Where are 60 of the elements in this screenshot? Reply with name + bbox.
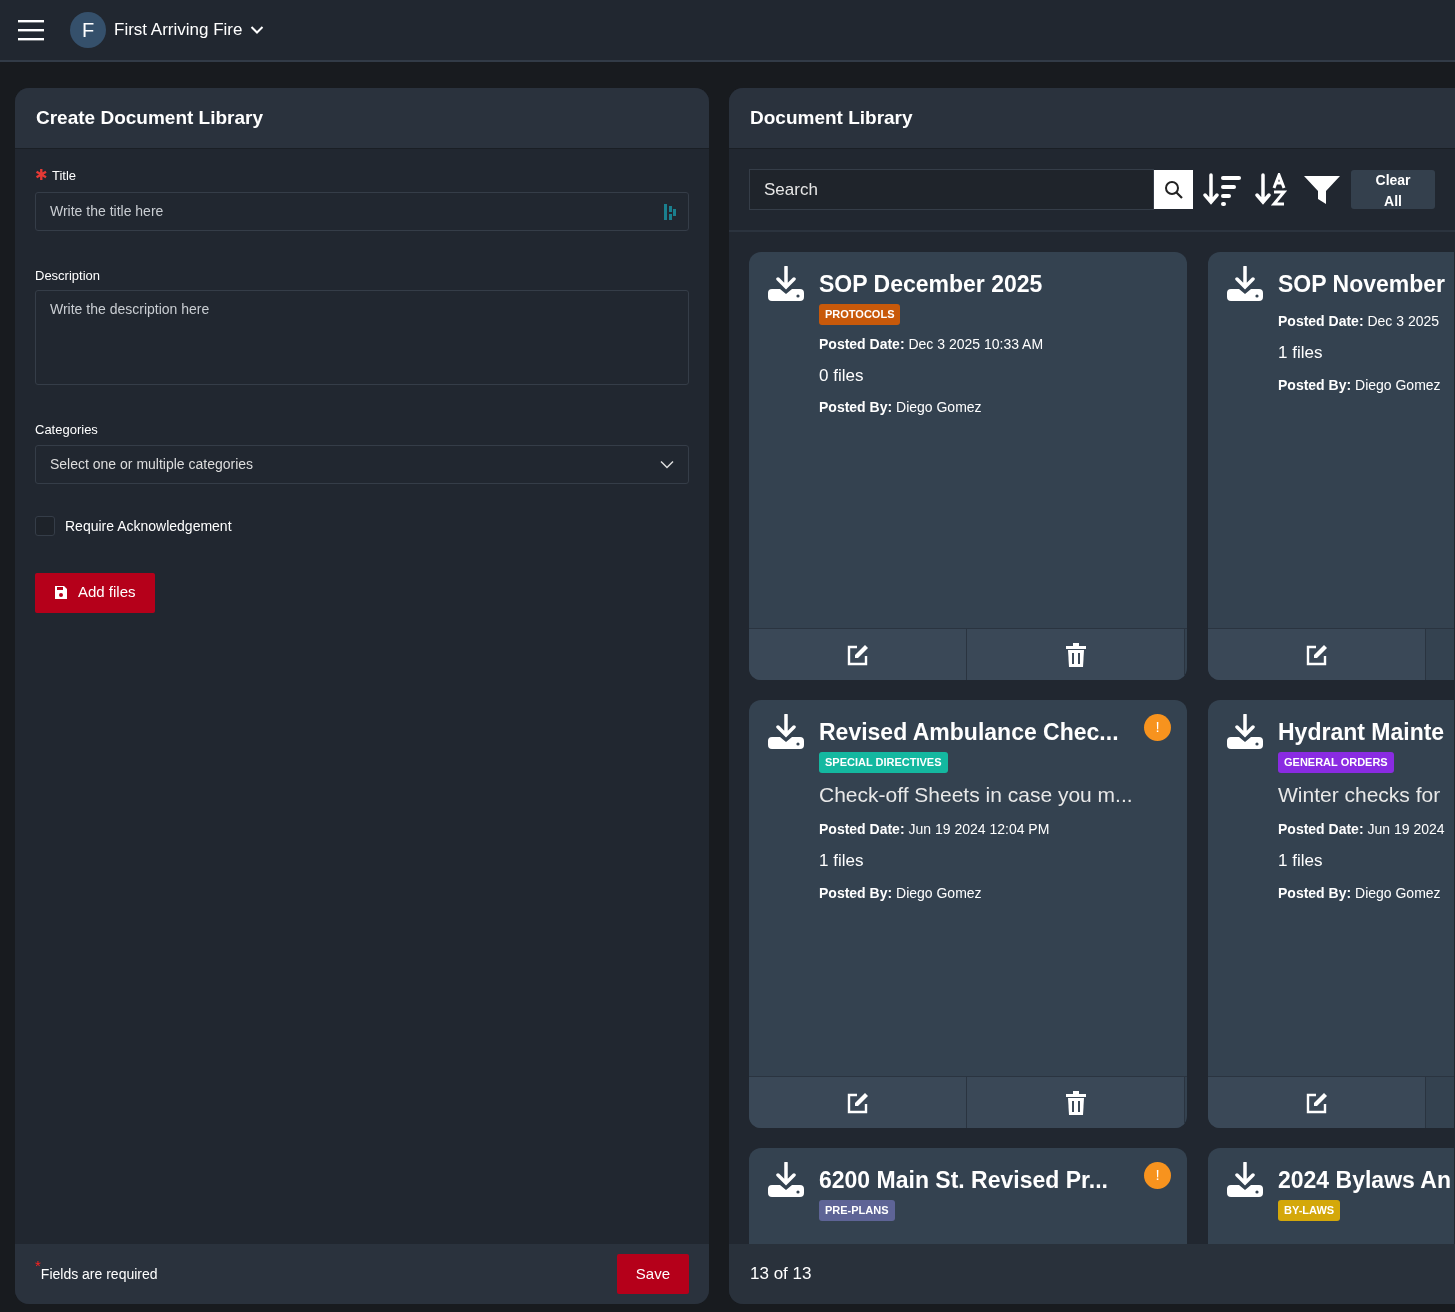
posted-by: Posted By: Diego Gomez [819,398,982,417]
chevron-down-icon [660,459,674,469]
required-mark: ✱ [35,165,48,185]
alert-badge: ! [1144,1162,1171,1189]
category-tag: PRE-PLANS [819,1200,895,1221]
edit-icon [845,1090,870,1115]
edit-icon [1304,642,1329,667]
panel-title: Create Document Library [15,88,709,149]
posted-by: Posted By: Diego Gomez [819,883,982,903]
document-title[interactable]: 2024 Bylaws An [1278,1162,1452,1198]
posted-date: Posted Date: Dec 3 2025 10:33 AM [819,334,1044,354]
document-title[interactable]: SOP December 2025 [819,266,1043,302]
document-description: Check-off Sheets in case you m... [819,781,1133,808]
document-title[interactable]: 6200 Main St. Revised Pr... [819,1162,1108,1198]
add-files-button[interactable]: Add files [35,572,155,613]
category-tag: GENERAL ORDERS [1278,752,1394,773]
field-label: Description [35,266,101,285]
posted-by: Posted By: Diego Gomez [1278,883,1441,903]
menu-icon[interactable] [18,18,46,42]
category-tag: SPECIAL DIRECTIVES [819,752,948,773]
category-tag: PROTOCOLS [819,304,901,325]
checkbox[interactable] [35,516,55,536]
trash-icon [1065,1090,1086,1115]
result-count: 13 of 13 [750,1263,812,1286]
checkbox-label: Require Acknowledgement [65,516,232,536]
file-count: 1 files [1278,850,1323,872]
search-field[interactable]: Search [749,169,1155,210]
edit-icon [1304,1090,1329,1115]
search-button[interactable] [1154,170,1194,209]
bars-icon[interactable] [663,202,677,221]
edit-icon [845,642,870,667]
file-count: 1 files [819,850,864,872]
file-count: 0 files [819,364,864,387]
document-title[interactable]: SOP November [1278,266,1446,302]
trash-button[interactable] [967,629,1185,680]
field-label: Categories [35,421,98,439]
document-title[interactable]: Hydrant Mainte [1278,714,1445,750]
categories-dropdown[interactable]: Select one or multiple categories [35,444,689,484]
document-title[interactable]: Revised Ambulance Chec... [819,714,1119,750]
trash-button[interactable] [967,1077,1185,1128]
posted-date: Posted Date: Dec 3 2025 [1278,312,1440,331]
search-icon [1163,179,1184,200]
organization-name[interactable]: First Arriving Fire [114,17,243,43]
alert-badge: ! [1144,714,1171,741]
document-description: Winter checks for [1278,781,1441,808]
posted-by: Posted By: Diego Gomez [1278,375,1441,395]
clear-all-button[interactable]: Clear All [1351,170,1435,209]
posted-date: Posted Date: Jun 19 2024 [1278,820,1445,839]
file-count: 1 files [1278,342,1323,364]
category-tag: BY-LAWS [1278,1200,1341,1221]
panel-title: Document Library [729,88,1455,149]
posted-date: Posted Date: Jun 19 2024 12:04 PM [819,820,1050,839]
chevron-down-icon[interactable] [250,25,265,35]
avatar[interactable]: F [70,12,106,48]
title-field[interactable]: Write the title here [35,191,689,231]
field-label: Title [52,166,77,185]
save-button[interactable]: Save [616,1254,689,1294]
save-icon [54,585,68,600]
trash-icon [1065,642,1086,667]
description-field[interactable]: Write the description here [35,290,689,385]
